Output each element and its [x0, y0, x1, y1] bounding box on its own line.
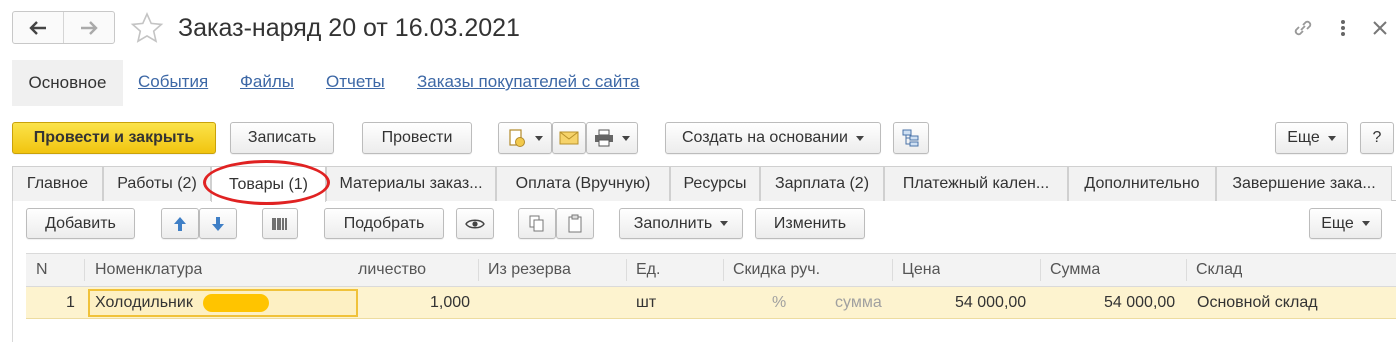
create-based-on-label: Создать на основании: [682, 129, 848, 146]
annotation-circle: [203, 160, 330, 205]
arrow-down-icon: [212, 216, 224, 231]
fill-button[interactable]: Заполнить: [619, 208, 743, 239]
column-divider: [84, 259, 85, 281]
view-button[interactable]: [456, 208, 494, 239]
section-files-link[interactable]: Файлы: [240, 72, 294, 92]
column-divider: [626, 259, 627, 281]
cell-unit[interactable]: шт: [636, 287, 656, 319]
chevron-down-icon: [535, 135, 543, 141]
table-more-label: Еще: [1321, 214, 1354, 232]
tab-salary[interactable]: Зарплата (2): [760, 166, 884, 201]
cell-sum[interactable]: 54 000,00: [1104, 287, 1175, 319]
arrow-left-icon: [29, 20, 46, 35]
more-vertical-icon[interactable]: [1335, 14, 1351, 42]
paste-row-button[interactable]: [556, 208, 594, 239]
post-button[interactable]: Провести: [362, 122, 472, 154]
tab-materials[interactable]: Материалы заказ...: [326, 166, 496, 201]
copy-icon: [529, 215, 544, 231]
cell-warehouse[interactable]: Основной склад: [1197, 287, 1318, 319]
fill-label: Заполнить: [633, 214, 713, 232]
more-actions-button[interactable]: Еще: [1275, 122, 1348, 154]
chevron-down-icon: [1361, 221, 1370, 226]
document-menu-button[interactable]: [498, 122, 552, 154]
close-icon[interactable]: [1368, 14, 1392, 42]
pick-button[interactable]: Подобрать: [324, 208, 444, 239]
column-header-discount[interactable]: Скидка руч.: [733, 253, 820, 287]
column-divider: [892, 259, 893, 281]
eye-icon: [465, 219, 485, 228]
edit-button[interactable]: Изменить: [755, 208, 865, 239]
column-header-reserve[interactable]: Из резерва: [488, 253, 571, 287]
envelope-icon: [559, 131, 579, 145]
help-button[interactable]: ?: [1360, 122, 1394, 154]
column-header-sum[interactable]: Сумма: [1050, 253, 1100, 287]
column-header-unit[interactable]: Ед.: [636, 253, 660, 287]
favorite-star-icon[interactable]: [130, 11, 164, 45]
tab-completion[interactable]: Завершение зака...: [1216, 166, 1392, 201]
row-number: 1: [66, 294, 75, 311]
column-divider: [1186, 259, 1187, 281]
chevron-down-icon: [1327, 135, 1336, 141]
document-clock-icon: [509, 129, 525, 147]
cell-quantity[interactable]: 1,000: [430, 287, 470, 319]
barcode-icon: [272, 217, 287, 230]
barcode-button[interactable]: [262, 208, 298, 239]
chevron-down-icon: [856, 135, 864, 141]
post-and-close-button[interactable]: Провести и закрыть: [12, 122, 216, 154]
move-down-button[interactable]: [199, 208, 237, 239]
column-header-item[interactable]: Номенклатура: [95, 253, 202, 287]
create-based-on-button[interactable]: Создать на основании: [665, 122, 881, 154]
table-more-button[interactable]: Еще: [1309, 208, 1382, 239]
save-button[interactable]: Записать: [230, 122, 334, 154]
section-reports-link[interactable]: Отчеты: [326, 72, 385, 92]
arrow-right-icon: [81, 20, 98, 35]
column-header-price[interactable]: Цена: [902, 253, 940, 287]
tab-main[interactable]: Главное: [12, 166, 103, 201]
move-up-button[interactable]: [161, 208, 199, 239]
structure-button[interactable]: [893, 122, 929, 154]
column-header-warehouse[interactable]: Склад: [1196, 253, 1242, 287]
document-title: Заказ-наряд 20 от 16.03.2021: [178, 14, 520, 42]
tab-resources[interactable]: Ресурсы: [670, 166, 760, 201]
tab-additional[interactable]: Дополнительно: [1068, 166, 1216, 201]
clipboard-icon: [568, 214, 582, 232]
cell-discount-sum[interactable]: сумма: [835, 287, 882, 319]
print-menu-button[interactable]: [586, 122, 638, 154]
table-header: [26, 253, 1396, 287]
section-site-orders-link[interactable]: Заказы покупателей с сайта: [417, 72, 639, 92]
add-row-button[interactable]: Добавить: [26, 208, 135, 239]
copy-row-button[interactable]: [518, 208, 556, 239]
section-main[interactable]: Основное: [12, 60, 123, 106]
tab-payment-calendar[interactable]: Платежный кален...: [884, 166, 1068, 201]
printer-icon: [595, 129, 613, 147]
column-divider: [1040, 259, 1041, 281]
back-button[interactable]: [13, 12, 63, 43]
cell-item[interactable]: Холодильник: [95, 287, 193, 319]
email-button[interactable]: [552, 122, 586, 154]
chevron-down-icon: [720, 221, 729, 226]
column-divider: [478, 259, 479, 281]
column-header-n[interactable]: N: [36, 253, 48, 287]
section-events-link[interactable]: События: [138, 72, 208, 92]
redaction-mark: [203, 294, 269, 312]
column-header-quantity[interactable]: личество: [358, 253, 426, 287]
column-divider: [723, 259, 724, 281]
history-nav: [12, 11, 115, 44]
arrow-up-icon: [174, 216, 186, 231]
forward-button[interactable]: [63, 12, 114, 43]
hierarchy-icon: [902, 129, 919, 147]
cell-price[interactable]: 54 000,00: [955, 287, 1026, 319]
more-actions-label: Еще: [1287, 129, 1320, 146]
link-icon[interactable]: [1289, 14, 1317, 42]
cell-discount-percent[interactable]: %: [772, 287, 786, 319]
chevron-down-icon: [622, 135, 630, 141]
tab-works[interactable]: Работы (2): [103, 166, 211, 201]
tab-payment[interactable]: Оплата (Вручную): [496, 166, 670, 201]
